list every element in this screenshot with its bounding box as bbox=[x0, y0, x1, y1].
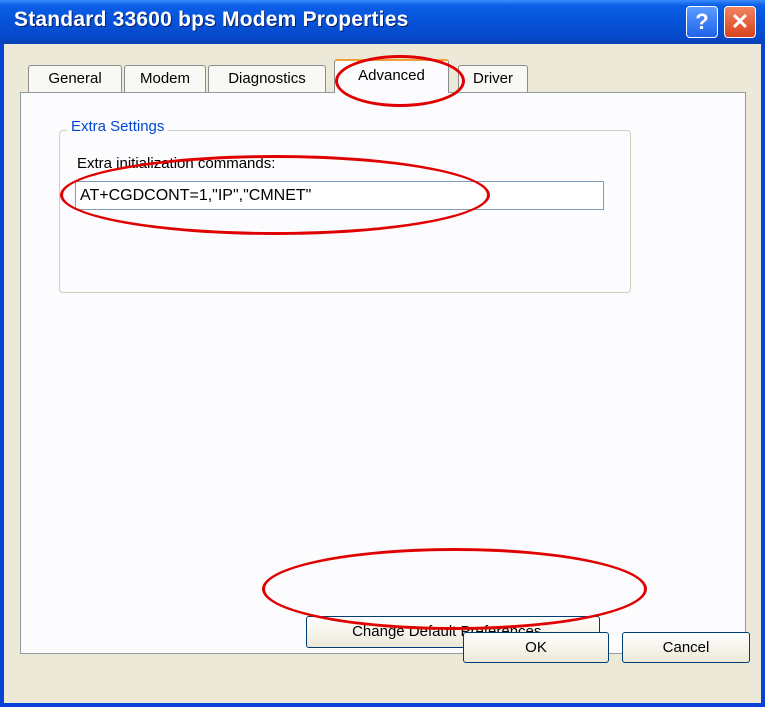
help-button[interactable]: ? bbox=[686, 6, 718, 38]
tab-diagnostics[interactable]: Diagnostics bbox=[208, 65, 326, 92]
extra-init-commands-label: Extra initialization commands: bbox=[77, 155, 276, 172]
ok-button[interactable]: OK bbox=[463, 632, 609, 663]
tab-label: Modem bbox=[139, 70, 191, 87]
tab-driver[interactable]: Driver bbox=[458, 65, 528, 92]
tab-modem[interactable]: Modem bbox=[124, 65, 206, 92]
tab-label: Driver bbox=[473, 70, 513, 87]
tab-label: Diagnostics bbox=[228, 70, 306, 87]
dialog-window: Standard 33600 bps Modem Properties ? ✕ … bbox=[0, 0, 765, 707]
close-icon: ✕ bbox=[730, 9, 750, 34]
cancel-button[interactable]: Cancel bbox=[622, 632, 750, 663]
extra-init-commands-input[interactable] bbox=[75, 181, 604, 210]
tab-panel-advanced: Extra Settings Extra initialization comm… bbox=[20, 92, 746, 654]
title-bar[interactable]: Standard 33600 bps Modem Properties ? ✕ bbox=[0, 0, 765, 44]
window-title: Standard 33600 bps Modem Properties bbox=[14, 8, 409, 31]
close-button[interactable]: ✕ bbox=[724, 6, 756, 38]
extra-settings-label: Extra Settings bbox=[67, 118, 169, 135]
dialog-client-area: General Modem Diagnostics Advanced Drive… bbox=[4, 44, 761, 703]
tab-general[interactable]: General bbox=[28, 65, 122, 92]
tab-label: Advanced bbox=[358, 67, 425, 84]
tab-advanced[interactable]: Advanced bbox=[334, 59, 449, 93]
tab-label: General bbox=[48, 70, 102, 87]
help-icon: ? bbox=[695, 9, 709, 34]
